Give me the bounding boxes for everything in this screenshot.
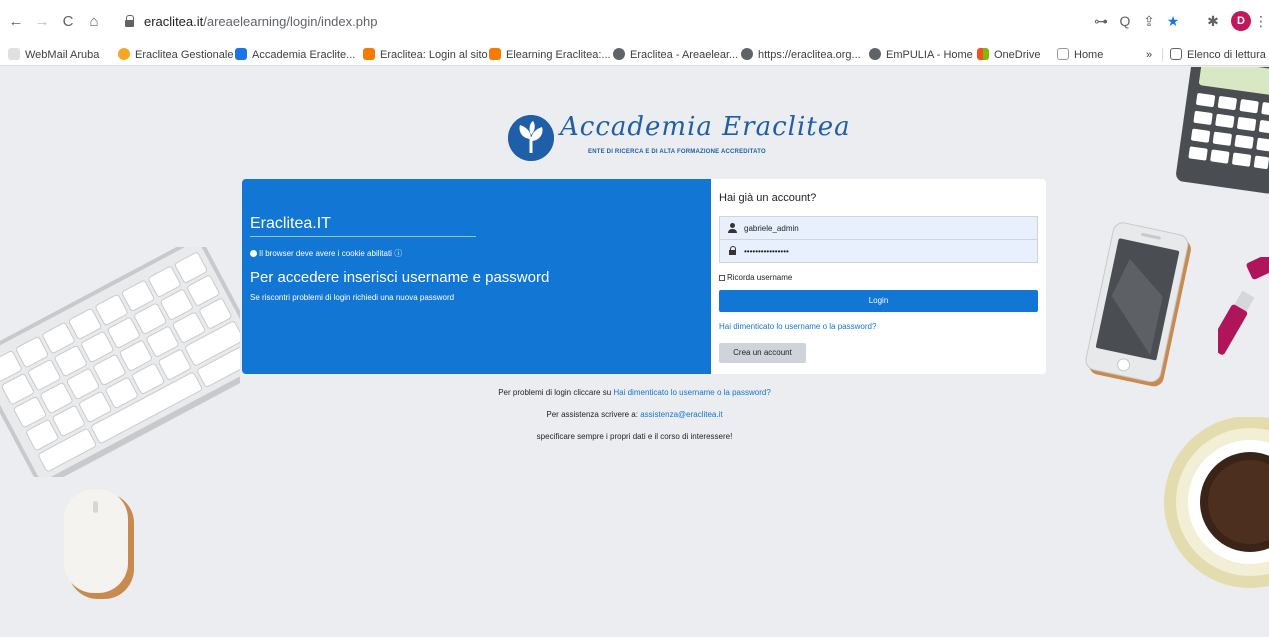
url-domain: eraclitea.it xyxy=(144,14,204,29)
bookmark-label: Eraclitea Gestionale xyxy=(135,49,234,61)
cookie-notice: Il browser deve avere i cookie abilitati… xyxy=(250,248,402,259)
bookmark-favicon-icon xyxy=(1057,48,1069,60)
bookmark-empulia[interactable]: EmPULIA - Home xyxy=(869,47,973,63)
keyboard-illustration xyxy=(0,247,240,477)
bookmark-label: Elearning Eraclitea:... xyxy=(506,49,611,61)
bookmark-eraclitea-org[interactable]: https://eraclitea.org... xyxy=(741,47,861,63)
bookmark-label: https://eraclitea.org... xyxy=(758,49,861,61)
user-icon xyxy=(728,223,738,233)
bookmark-elearning-eraclitea[interactable]: Elearning Eraclitea:... xyxy=(489,47,611,63)
bookmark-favicon-icon xyxy=(869,48,881,60)
bookmarks-divider xyxy=(1162,48,1163,62)
note-text: Per problemi di login cliccare su xyxy=(498,388,612,397)
cookie-notice-text: Il browser deve avere i cookie abilitati xyxy=(259,249,392,258)
logo-subtitle: ENTE DI RICERCA E DI ALTA FORMAZIONE ACC… xyxy=(588,149,766,155)
check-icon xyxy=(250,250,257,257)
bookmark-eraclitea-gestionale[interactable]: Eraclitea Gestionale xyxy=(118,47,233,63)
note-text: Per assistenza scrivere a: xyxy=(546,410,638,419)
note-specify-data: specificare sempre i propri dati e il co… xyxy=(536,432,733,441)
bookmark-label: Home xyxy=(1074,49,1104,61)
url-text: eraclitea.it/areaelearning/login/index.p… xyxy=(144,14,377,29)
bookmark-favicon-icon xyxy=(613,48,625,60)
reading-list-icon xyxy=(1170,48,1182,60)
page-content: Accademia Eraclitea ENTE DI RICERCA E DI… xyxy=(0,67,1269,637)
lock-icon xyxy=(124,15,134,27)
address-bar[interactable]: eraclitea.it/areaelearning/login/index.p… xyxy=(112,8,1192,36)
logo-title: Accademia Eraclitea xyxy=(560,112,851,142)
bookmark-label: OneDrive xyxy=(994,49,1041,61)
bookmark-eraclitea-areaelearning[interactable]: Eraclitea - Areaelear... xyxy=(613,47,738,63)
profile-avatar[interactable]: D xyxy=(1231,11,1251,31)
forgot-password-link[interactable]: Hai dimenticato lo username o la passwor… xyxy=(719,322,876,331)
bookmark-label: Accademia Eraclite... xyxy=(252,49,356,61)
bookmark-favicon-icon xyxy=(363,48,375,60)
reading-list[interactable]: Elenco di lettura xyxy=(1170,47,1266,63)
site-logo[interactable]: Accademia Eraclitea ENTE DI RICERCA E DI… xyxy=(508,112,850,172)
bookmark-favicon-icon xyxy=(118,48,130,60)
forgot-password-note-link[interactable]: Hai dimenticato lo username o la passwor… xyxy=(613,388,770,397)
password-input[interactable] xyxy=(744,242,1029,260)
bookmark-favicon-icon xyxy=(489,48,501,60)
help-icon[interactable]: ⓘ xyxy=(394,249,402,258)
bookmark-accademia-eraclitea[interactable]: Accademia Eraclite... xyxy=(235,47,355,63)
note-support: Per assistenza scrivere a: assistenza@er… xyxy=(0,410,1269,419)
username-field[interactable] xyxy=(719,216,1038,240)
browser-menu-icon[interactable]: ⋮ xyxy=(1252,12,1269,30)
extensions-icon[interactable]: ✱ xyxy=(1204,12,1222,30)
remember-label: Ricorda username xyxy=(727,273,793,282)
login-info-panel: Eraclitea.IT Il browser deve avere i coo… xyxy=(242,179,712,374)
share-icon[interactable]: ⇪ xyxy=(1140,12,1158,30)
bookmark-eraclitea-login[interactable]: Eraclitea: Login al sito xyxy=(363,47,488,63)
bookmarks-more-icon[interactable]: » xyxy=(1146,47,1152,63)
bookmark-label: WebMail Aruba xyxy=(25,49,100,61)
login-help-text: Se riscontri problemi di login richiedi … xyxy=(250,293,455,302)
site-name: Eraclitea.IT xyxy=(250,215,331,232)
coffee-cup-illustration xyxy=(1164,417,1269,588)
browser-toolbar: ← → C ⌂ eraclitea.it/areaelearning/login… xyxy=(0,0,1269,44)
bookmark-label: Eraclitea - Areaelear... xyxy=(630,49,739,61)
zoom-icon[interactable]: Q xyxy=(1116,12,1134,30)
lock-icon xyxy=(728,246,738,256)
mouse-illustration xyxy=(64,489,134,599)
reload-icon[interactable]: C xyxy=(58,12,78,32)
back-icon[interactable]: ← xyxy=(6,12,26,32)
usb-drive-illustration xyxy=(1218,257,1269,355)
phone-illustration xyxy=(1085,222,1191,387)
login-button[interactable]: Login xyxy=(719,290,1038,312)
url-path: /areaelearning/login/index.php xyxy=(203,14,378,29)
bookmarks-bar: WebMail Aruba Eraclitea Gestionale Accad… xyxy=(0,44,1269,66)
note-login-problems: Per problemi di login cliccare su Hai di… xyxy=(0,388,1269,397)
bookmark-webmail-aruba[interactable]: WebMail Aruba xyxy=(8,47,99,63)
remember-checkbox[interactable] xyxy=(719,275,725,281)
calculator-illustration xyxy=(1176,67,1269,194)
divider xyxy=(250,236,476,237)
bookmark-star-icon[interactable]: ★ xyxy=(1164,12,1182,30)
login-heading: Per accedere inserisci username e passwo… xyxy=(250,269,550,286)
username-input[interactable] xyxy=(744,219,1029,237)
support-email-link[interactable]: assistenza@eraclitea.it xyxy=(640,410,722,419)
bookmark-favicon-icon xyxy=(235,48,247,60)
bookmark-home[interactable]: Home xyxy=(1057,47,1103,63)
home-icon[interactable]: ⌂ xyxy=(84,12,104,32)
login-form-panel: Hai già un account? Ricorda username Log… xyxy=(711,179,1046,374)
bookmark-favicon-icon xyxy=(977,48,989,60)
password-key-icon[interactable]: ⊶ xyxy=(1092,12,1110,30)
bookmark-onedrive[interactable]: OneDrive xyxy=(977,47,1040,63)
tree-logo-icon xyxy=(508,115,554,161)
bookmark-favicon-icon xyxy=(8,48,20,60)
form-title: Hai già un account? xyxy=(719,192,817,204)
password-field[interactable] xyxy=(719,239,1038,263)
bookmark-label: Eraclitea: Login al sito xyxy=(380,49,488,61)
bookmark-favicon-icon xyxy=(741,48,753,60)
bookmark-label: EmPULIA - Home xyxy=(886,49,973,61)
reading-list-label: Elenco di lettura xyxy=(1187,49,1266,61)
forward-icon[interactable]: → xyxy=(32,12,52,32)
create-account-button[interactable]: Crea un account xyxy=(719,343,806,363)
remember-username[interactable]: Ricorda username xyxy=(719,273,792,282)
